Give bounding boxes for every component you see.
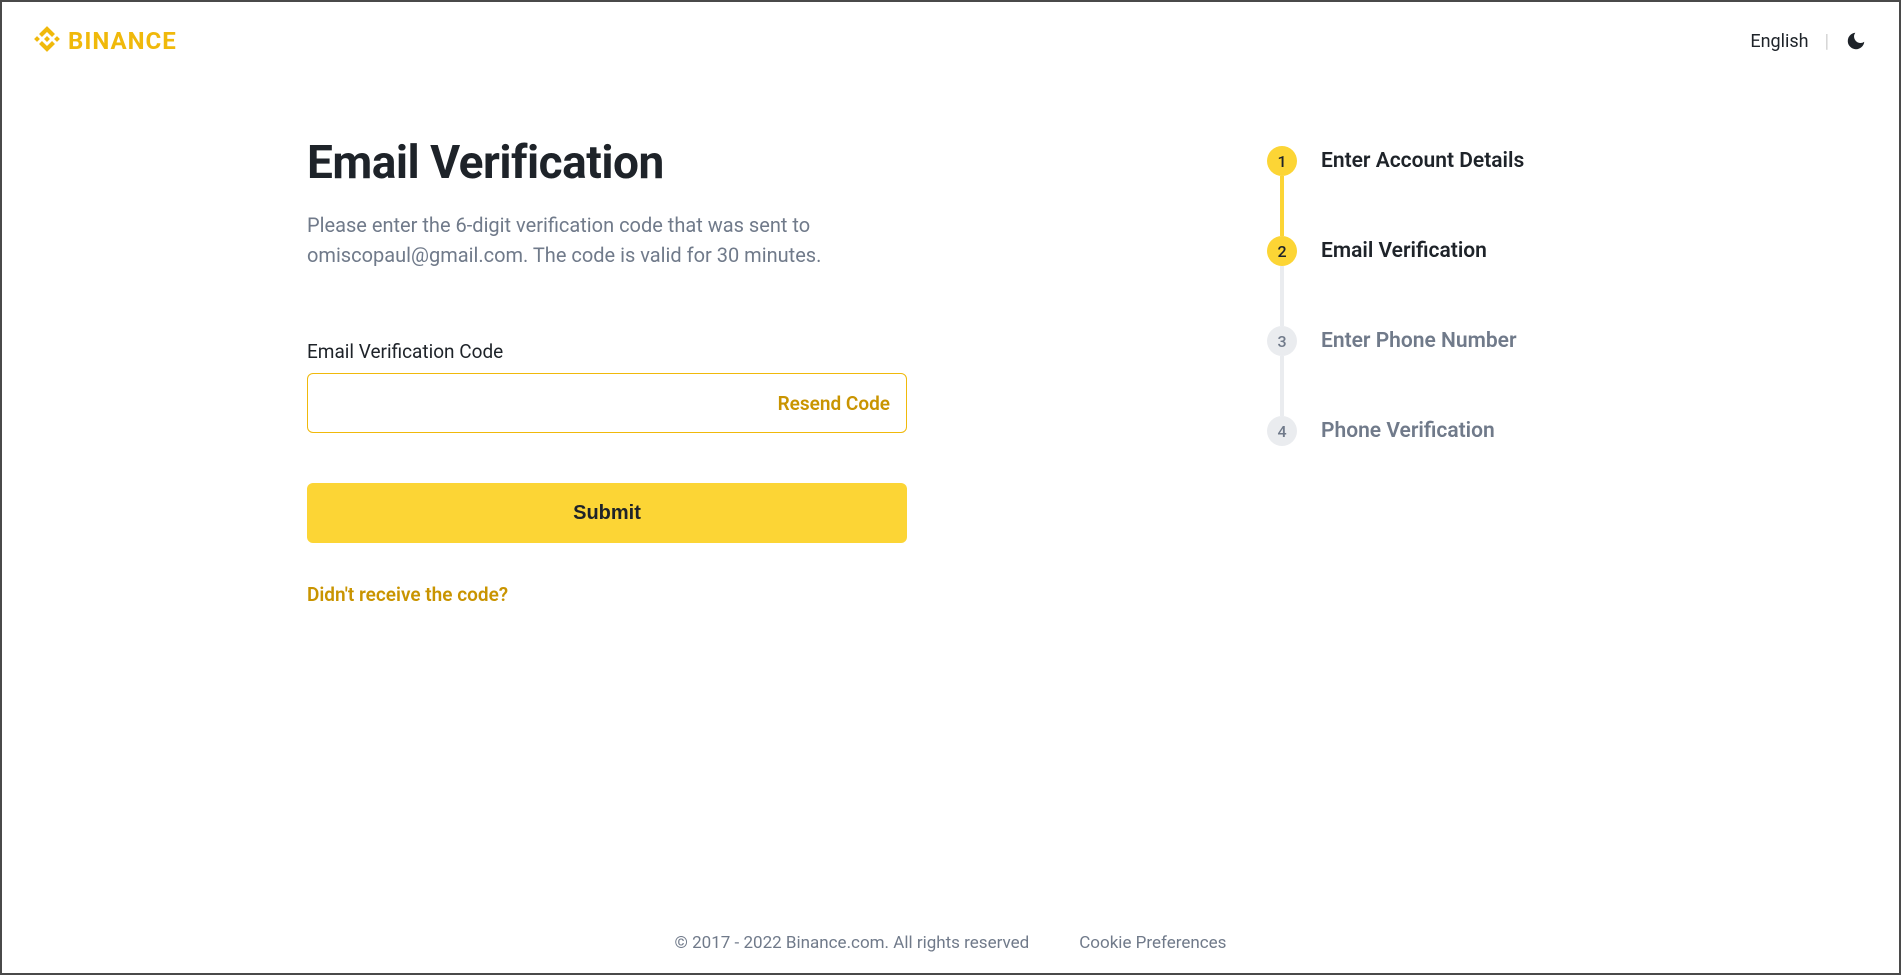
step-number: 1: [1267, 146, 1297, 176]
language-selector[interactable]: English: [1750, 31, 1808, 52]
step-phone-verification: 4 Phone Verification: [1267, 416, 1524, 446]
binance-logo-text: BINANCE: [68, 27, 177, 55]
step-account-details: 1 Enter Account Details: [1267, 146, 1524, 176]
footer: © 2017 - 2022 Binance.com. All rights re…: [2, 933, 1899, 953]
step-label: Enter Account Details: [1321, 149, 1524, 173]
main-content: Email Verification Please enter the 6-di…: [2, 56, 1899, 606]
step-connector: [1280, 266, 1284, 326]
step-number: 4: [1267, 416, 1297, 446]
didnt-receive-link[interactable]: Didn't receive the code?: [307, 583, 907, 606]
input-label: Email Verification Code: [307, 340, 907, 363]
step-email-verification: 2 Email Verification: [1267, 236, 1524, 266]
verification-code-input[interactable]: [324, 393, 778, 414]
copyright-text: © 2017 - 2022 Binance.com. All rights re…: [675, 933, 1030, 953]
header: BINANCE English |: [2, 2, 1899, 56]
binance-logo[interactable]: BINANCE: [34, 26, 177, 56]
step-phone-number: 3 Enter Phone Number: [1267, 326, 1524, 356]
resend-code-link[interactable]: Resend Code: [778, 392, 890, 415]
step-label: Phone Verification: [1321, 419, 1495, 443]
cookie-preferences-link[interactable]: Cookie Preferences: [1079, 933, 1226, 953]
theme-toggle[interactable]: [1845, 30, 1867, 52]
moon-icon: [1845, 30, 1867, 52]
step-number: 3: [1267, 326, 1297, 356]
step-label: Email Verification: [1321, 239, 1487, 263]
step-number: 2: [1267, 236, 1297, 266]
page-title: Email Verification: [307, 136, 907, 190]
header-right: English |: [1750, 30, 1867, 52]
page-subtitle: Please enter the 6-digit verification co…: [307, 210, 847, 270]
verification-form: Email Verification Please enter the 6-di…: [307, 136, 907, 606]
code-input-wrap: Resend Code: [307, 373, 907, 433]
step-connector: [1280, 356, 1284, 416]
progress-steps: 1 Enter Account Details 2 Email Verifica…: [1267, 136, 1524, 606]
submit-button[interactable]: Submit: [307, 483, 907, 543]
binance-logo-icon: [34, 26, 60, 56]
step-label: Enter Phone Number: [1321, 329, 1517, 353]
divider: |: [1825, 31, 1829, 52]
step-connector: [1280, 176, 1284, 236]
